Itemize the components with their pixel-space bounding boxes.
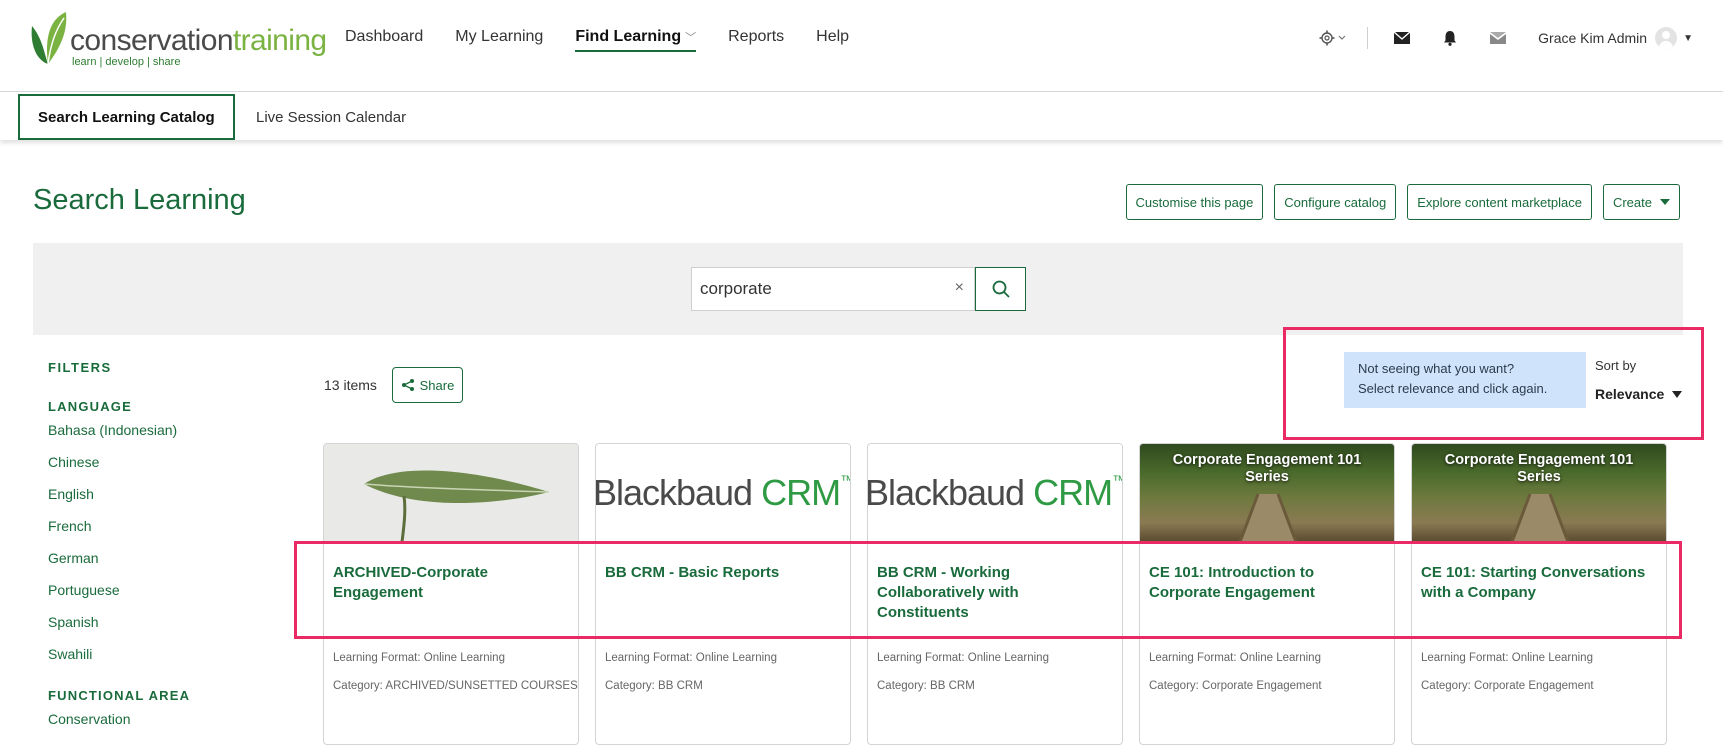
nav-my-learning[interactable]: My Learning <box>455 28 543 52</box>
sort-by-label: Sort by <box>1595 358 1637 373</box>
course-thumbnail: Corporate Engagement 101 Series <box>1412 444 1666 542</box>
blackbaud-crm-logo: Blackbaud CRM™ <box>596 472 850 513</box>
course-format: Learning Format: Online Learning <box>1421 652 1593 664</box>
course-title[interactable]: BB CRM - Basic Reports <box>605 563 841 583</box>
tab-search-learning-catalog[interactable]: Search Learning Catalog <box>18 94 235 140</box>
filter-language-swahili[interactable]: Swahili <box>48 646 288 678</box>
filter-language-german[interactable]: German <box>48 550 288 582</box>
course-meta: Learning Format: Online Learning Categor… <box>1421 644 1661 700</box>
nav-find-learning[interactable]: Find Learning ﹀ <box>575 28 697 52</box>
mail-icon[interactable] <box>1388 26 1416 50</box>
main-nav: Dashboard My Learning Find Learning ﹀ Rep… <box>345 28 849 52</box>
course-title[interactable]: CE 101: Starting Conversations with a Co… <box>1421 563 1657 603</box>
course-category: Category: ARCHIVED/SUNSETTED COURSES <box>333 680 578 692</box>
tip-line-2: Select relevance and click again. <box>1358 381 1548 396</box>
configure-catalog-button[interactable]: Configure catalog <box>1274 184 1397 220</box>
course-category: Category: Corporate Engagement <box>1149 680 1322 692</box>
course-thumbnail: Blackbaud CRM™ <box>868 444 1122 542</box>
course-thumbnail: Blackbaud CRM™ <box>596 444 850 542</box>
page-actions: Customise this page Configure catalog Ex… <box>1125 184 1680 220</box>
chevron-down-icon: ﹀ <box>685 32 697 44</box>
create-button[interactable]: Create <box>1602 184 1680 220</box>
course-card[interactable]: ARCHIVED-Corporate Engagement Learning F… <box>323 443 579 745</box>
explore-marketplace-button[interactable]: Explore content marketplace <box>1407 184 1592 220</box>
course-format: Learning Format: Online Learning <box>1149 652 1321 664</box>
nav-reports[interactable]: Reports <box>728 28 784 52</box>
course-category: Category: BB CRM <box>877 680 975 692</box>
page-title: Search Learning <box>33 184 246 216</box>
filter-language-portuguese[interactable]: Portuguese <box>48 582 288 614</box>
results-count: 13 items <box>324 377 377 393</box>
logo[interactable]: conservationtraining learn | develop | s… <box>26 8 327 70</box>
caret-down-icon[interactable]: ▼ <box>1683 33 1693 44</box>
share-label: Share <box>419 377 455 393</box>
customise-page-button[interactable]: Customise this page <box>1125 184 1264 220</box>
search-button[interactable] <box>975 267 1026 311</box>
nav-help[interactable]: Help <box>816 28 849 52</box>
tab-live-session-calendar[interactable]: Live Session Calendar <box>238 94 424 140</box>
blackbaud-crm-logo: Blackbaud CRM™ <box>868 472 1122 513</box>
course-category: Category: Corporate Engagement <box>1421 680 1594 692</box>
search-field: × <box>691 267 975 311</box>
divider <box>1367 27 1369 49</box>
course-title[interactable]: ARCHIVED-Corporate Engagement <box>333 563 569 603</box>
filter-language-chinese[interactable]: Chinese <box>48 454 288 486</box>
course-thumbnail: Corporate Engagement 101 Series <box>1140 444 1394 542</box>
filter-area-conservation[interactable]: Conservation <box>48 711 288 743</box>
nav-find-learning-label: Find Learning <box>575 28 682 45</box>
search-input[interactable] <box>700 268 940 310</box>
header-tools: Grace Kim Admin ▼ <box>1297 26 1693 50</box>
top-bar: conservationtraining learn | develop | s… <box>0 0 1723 92</box>
user-name[interactable]: Grace Kim Admin <box>1538 30 1647 46</box>
course-title[interactable]: CE 101: Introduction to Corporate Engage… <box>1149 563 1385 603</box>
tip-line-1: Not seeing what you want? <box>1358 361 1515 376</box>
filter-group-language: LANGUAGE <box>48 399 132 414</box>
course-card[interactable]: Corporate Engagement 101 Series CE 101: … <box>1411 443 1667 745</box>
clear-icon[interactable]: × <box>955 279 964 297</box>
course-meta: Learning Format: Online Learning Categor… <box>333 644 578 700</box>
course-card[interactable]: Blackbaud CRM™ BB CRM - Working Collabor… <box>867 443 1123 745</box>
filters-panel: FILTERS LANGUAGE Bahasa (Indonesian) Chi… <box>48 360 288 743</box>
leaf-logo-icon <box>31 12 67 65</box>
filter-language-french[interactable]: French <box>48 518 288 550</box>
course-meta: Learning Format: Online Learning Categor… <box>877 644 1117 700</box>
search-band: × <box>33 243 1683 335</box>
course-meta: Learning Format: Online Learning Categor… <box>1149 644 1389 700</box>
course-format: Learning Format: Online Learning <box>605 652 777 664</box>
thumbnail-title: Corporate Engagement 101 Series <box>1172 452 1362 485</box>
avatar[interactable] <box>1655 27 1678 49</box>
course-card[interactable]: Blackbaud CRM™ BB CRM - Basic Reports Le… <box>595 443 851 745</box>
filter-language-spanish[interactable]: Spanish <box>48 614 288 646</box>
course-meta: Learning Format: Online Learning Categor… <box>605 644 845 700</box>
filter-language-english[interactable]: English <box>48 486 288 518</box>
course-format: Learning Format: Online Learning <box>877 652 1049 664</box>
relevance-tip: Not seeing what you want? Select relevan… <box>1344 352 1586 408</box>
course-card[interactable]: Corporate Engagement 101 Series CE 101: … <box>1139 443 1395 745</box>
share-button[interactable]: Share <box>392 367 463 403</box>
share-icon <box>401 379 414 391</box>
logo-wordmark: conservationtraining <box>70 24 327 57</box>
sort-by-select[interactable]: Relevance <box>1595 386 1683 402</box>
bell-icon[interactable] <box>1436 26 1464 50</box>
nav-dashboard[interactable]: Dashboard <box>345 28 423 52</box>
sort-by-value: Relevance <box>1595 386 1665 402</box>
course-thumbnail <box>324 444 578 542</box>
gear-icon[interactable] <box>1317 26 1351 50</box>
course-title[interactable]: BB CRM - Working Collaboratively with Co… <box>877 563 1113 623</box>
inbox-icon[interactable] <box>1484 26 1512 50</box>
filter-group-functional-area: FUNCTIONAL AREA <box>48 688 191 703</box>
create-button-label: Create <box>1612 194 1652 210</box>
course-category: Category: BB CRM <box>605 680 703 692</box>
filters-heading: FILTERS <box>48 360 112 375</box>
thumbnail-title: Corporate Engagement 101 Series <box>1444 452 1634 485</box>
filter-language-bahasa[interactable]: Bahasa (Indonesian) <box>48 422 288 454</box>
logo-tagline: learn | develop | share <box>72 56 181 68</box>
course-format: Learning Format: Online Learning <box>333 652 505 664</box>
caret-down-icon <box>1672 390 1683 398</box>
caret-down-icon <box>1660 199 1670 205</box>
sub-nav: Search Learning Catalog Live Session Cal… <box>0 92 1723 140</box>
results-grid: ARCHIVED-Corporate Engagement Learning F… <box>323 443 1667 745</box>
search-icon <box>992 280 1010 298</box>
